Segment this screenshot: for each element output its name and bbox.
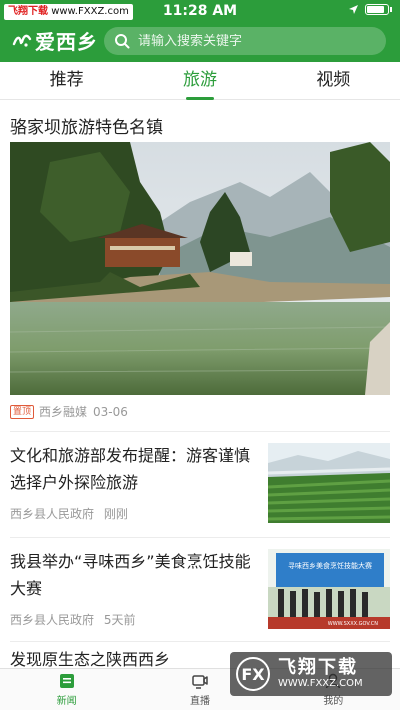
tab-recommend[interactable]: 推荐	[0, 62, 133, 99]
watermark-url: WWW.FXXZ.COM	[278, 678, 363, 689]
nav-live-label: 直播	[189, 696, 210, 707]
article-title-partial[interactable]: 发现原生态之陕西西乡	[10, 646, 170, 668]
battery-tip	[390, 7, 392, 12]
tab-travel[interactable]: 旅游	[133, 62, 266, 100]
featured-source: 西乡融媒	[39, 405, 88, 419]
article-source: 西乡县人民政府	[10, 507, 95, 521]
watermark-bottom: FX 飞翔下载 WWW.FXXZ.COM	[230, 652, 392, 696]
battery-icon	[365, 4, 389, 15]
article-time: 刚刚	[103, 507, 128, 521]
thumbnail-url-text: WWW.SXXX.GOV.CN	[328, 621, 378, 627]
watermark-logo: FX	[236, 657, 270, 691]
logo-text: 爱西乡	[35, 29, 98, 54]
location-icon	[349, 5, 358, 14]
logo-mark-icon	[12, 34, 32, 47]
watermark-name: 飞翔下载	[278, 657, 358, 678]
article-thumbnail	[268, 443, 390, 523]
app-header: 飞翔下载 www.FXXZ.com 11:28 AM 爱西乡	[0, 0, 400, 62]
tab-video[interactable]: 视频	[267, 62, 400, 99]
nav-news[interactable]: 新闻	[0, 669, 133, 710]
featured-title: 骆家坝旅游特色名镇	[10, 118, 163, 138]
pinned-badge: 置顶	[10, 404, 35, 419]
article-title: 我县举办“寻味西乡”美食烹饪技能大赛	[10, 552, 251, 598]
news-icon	[59, 674, 74, 688]
search-bar[interactable]	[104, 27, 386, 55]
article-time: 5天前	[103, 613, 136, 627]
article-title: 文化和旅游部发布提醒：游客谨慎选择户外探险旅游	[10, 446, 251, 492]
status-icons	[348, 4, 392, 15]
app-logo[interactable]: 爱西乡	[12, 26, 98, 54]
featured-date: 03-06	[93, 404, 128, 419]
featured-article[interactable]: 骆家坝旅游特色名镇 置顶 西乡融媒 03-06	[0, 101, 400, 431]
nav-news-label: 新闻	[56, 696, 77, 707]
status-bar: 飞翔下载 www.FXXZ.com 11:28 AM	[0, 0, 400, 22]
divider	[10, 641, 390, 642]
featured-meta: 置顶 西乡融媒 03-06	[10, 403, 128, 420]
news-feed: 骆家坝旅游特色名镇 置顶 西乡融媒 03-06 文化和旅游部发布提醒：游客谨慎选…	[0, 101, 400, 668]
search-input[interactable]	[138, 33, 368, 49]
article-thumbnail: 寻味西乡美食烹饪技能大赛 WWW.SXXX.GOV.CN	[268, 549, 390, 629]
article-source: 西乡县人民政府	[10, 613, 95, 627]
article-meta: 西乡县人民政府 5天前	[10, 611, 135, 628]
status-time: 11:28 AM	[162, 3, 238, 19]
search-icon	[115, 34, 130, 49]
featured-image	[10, 142, 390, 395]
live-tv-icon	[192, 675, 208, 689]
thumbnail-banner-text: 寻味西乡美食烹饪技能大赛	[288, 561, 372, 570]
category-tabs: 推荐 旅游 视频	[0, 62, 400, 100]
article-item[interactable]: 文化和旅游部发布提醒：游客谨慎选择户外探险旅游 西乡县人民政府 刚刚	[0, 432, 400, 537]
watermark-text-block: 飞翔下载 WWW.FXXZ.COM	[278, 658, 363, 690]
article-item[interactable]: 我县举办“寻味西乡”美食烹饪技能大赛 西乡县人民政府 5天前 寻味西乡美食烹饪技…	[0, 538, 400, 643]
article-meta: 西乡县人民政府 刚刚	[10, 505, 128, 522]
